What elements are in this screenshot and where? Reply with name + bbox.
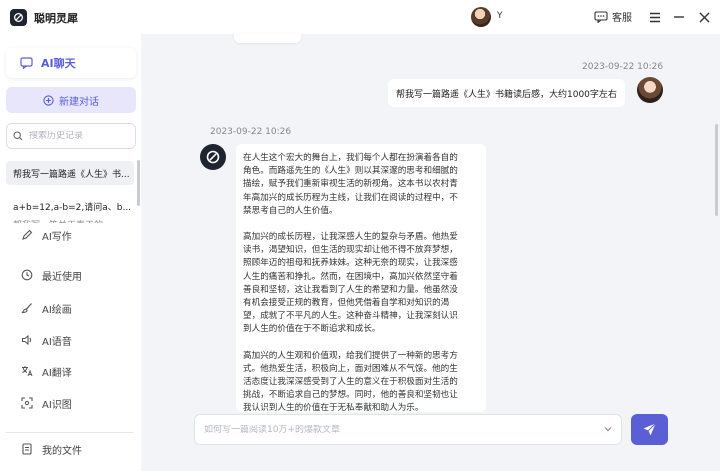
menu-button[interactable] bbox=[647, 9, 663, 25]
bot-message-time: 2023-09-22 10:26 bbox=[210, 127, 292, 137]
sidebar-item-ai-recognize[interactable]: AI识图 bbox=[6, 391, 134, 415]
ai-recognize-label: AI识图 bbox=[42, 399, 72, 411]
history-item[interactable]: a+b=12,a-b=2,请问a、b... bbox=[6, 194, 134, 218]
history-item[interactable]: 帮我写一篇路遥《人生》书... bbox=[6, 161, 134, 185]
app-logo-icon bbox=[10, 9, 27, 26]
bot-paragraph: 在人生这个宏大的舞台上，我们每个人都在扮演着各自的 角色。而路遥先生的《人生》则… bbox=[243, 153, 458, 216]
history-search bbox=[6, 123, 136, 149]
chat-area: 2023-09-22 10:26 帮我写一篇路遥《人生》书籍读后感，大约1000… bbox=[141, 34, 720, 471]
close-button[interactable] bbox=[696, 9, 712, 25]
hamburger-icon bbox=[650, 12, 660, 22]
sidebar-item-ai-translate[interactable]: AI翻译 bbox=[6, 359, 134, 383]
new-chat-button[interactable]: 新建对话 bbox=[6, 87, 136, 113]
customer-service-label: 客服 bbox=[612, 13, 632, 24]
bot-logo-icon bbox=[206, 150, 220, 164]
clock-icon bbox=[21, 269, 33, 281]
user-message-avatar bbox=[637, 77, 663, 103]
file-icon bbox=[22, 443, 32, 455]
my-files-label: 我的文件 bbox=[42, 445, 82, 457]
chat-scrollbar[interactable] bbox=[715, 124, 718, 216]
ai-voice-label: AI语音 bbox=[42, 336, 72, 348]
plus-circle-icon bbox=[43, 94, 54, 106]
sidebar-item-ai-voice[interactable]: AI语音 bbox=[6, 328, 134, 352]
bot-avatar bbox=[200, 144, 226, 170]
app-title: 聪明灵犀 bbox=[34, 12, 78, 25]
message-composer bbox=[194, 414, 622, 445]
image-scan-icon bbox=[21, 397, 33, 409]
chat-bubble-icon bbox=[594, 10, 608, 23]
send-icon bbox=[643, 423, 656, 436]
ai-writing-label: AI写作 bbox=[42, 231, 72, 243]
recent-label: 最近使用 bbox=[42, 271, 82, 283]
previous-message bbox=[234, 34, 301, 43]
message-input[interactable] bbox=[204, 424, 594, 435]
user-avatar[interactable] bbox=[471, 7, 491, 27]
chat-icon bbox=[20, 57, 33, 69]
send-button[interactable] bbox=[631, 414, 668, 445]
close-icon bbox=[699, 12, 709, 22]
user-message: 帮我写一篇路遥《人生》书籍读后感，大约1000字左右 bbox=[388, 79, 625, 107]
sidebar-item-ai-painting[interactable]: AI绘画 bbox=[6, 296, 134, 320]
sidebar-item-my-files[interactable]: 我的文件 bbox=[6, 437, 134, 461]
minimize-icon bbox=[674, 16, 684, 18]
ai-translate-label: AI翻译 bbox=[42, 367, 72, 379]
minimize-button[interactable] bbox=[671, 9, 687, 25]
translate-icon bbox=[22, 366, 33, 377]
chevron-down-icon[interactable] bbox=[603, 424, 613, 434]
new-chat-label: 新建对话 bbox=[59, 96, 99, 108]
sidebar-item-recent[interactable]: 最近使用 bbox=[6, 263, 134, 287]
search-icon bbox=[13, 131, 23, 141]
sidebar-item-ai-chat[interactable]: AI聊天 bbox=[6, 48, 136, 78]
title-bar: 聪明灵犀 Y 客服 bbox=[0, 0, 720, 34]
user-name[interactable]: Y bbox=[497, 11, 503, 21]
history-search-input[interactable] bbox=[29, 131, 125, 141]
bot-message: 在人生这个宏大的舞台上，我们每个人都在扮演着各自的 角色。而路遥先生的《人生》则… bbox=[236, 144, 486, 412]
sidebar: AI聊天 新建对话 帮我写一篇路遥《人生》书... a+b=12,a-b=2,请… bbox=[0, 34, 141, 471]
divider bbox=[6, 432, 134, 433]
brush-icon bbox=[21, 303, 32, 314]
pen-icon bbox=[22, 229, 33, 240]
ai-chat-label: AI聊天 bbox=[41, 57, 76, 70]
bot-paragraph: 高加兴的成长历程，让我深感人生的复杂与矛盾。他热爱 读书，渴望知识，但生活的现实… bbox=[243, 232, 458, 335]
user-message-time: 2023-09-22 10:26 bbox=[582, 62, 664, 72]
sidebar-item-ai-writing[interactable]: AI写作 bbox=[6, 223, 134, 247]
speaker-icon bbox=[21, 334, 32, 346]
customer-service-button[interactable]: 客服 bbox=[594, 9, 632, 24]
bot-paragraph: 高加兴的人生观和价值观，给我们提供了一种新的思考方 式。他热爱生活，积极向上，面… bbox=[243, 350, 458, 412]
sidebar-scrollbar[interactable] bbox=[137, 160, 140, 206]
ai-painting-label: AI绘画 bbox=[42, 304, 72, 316]
